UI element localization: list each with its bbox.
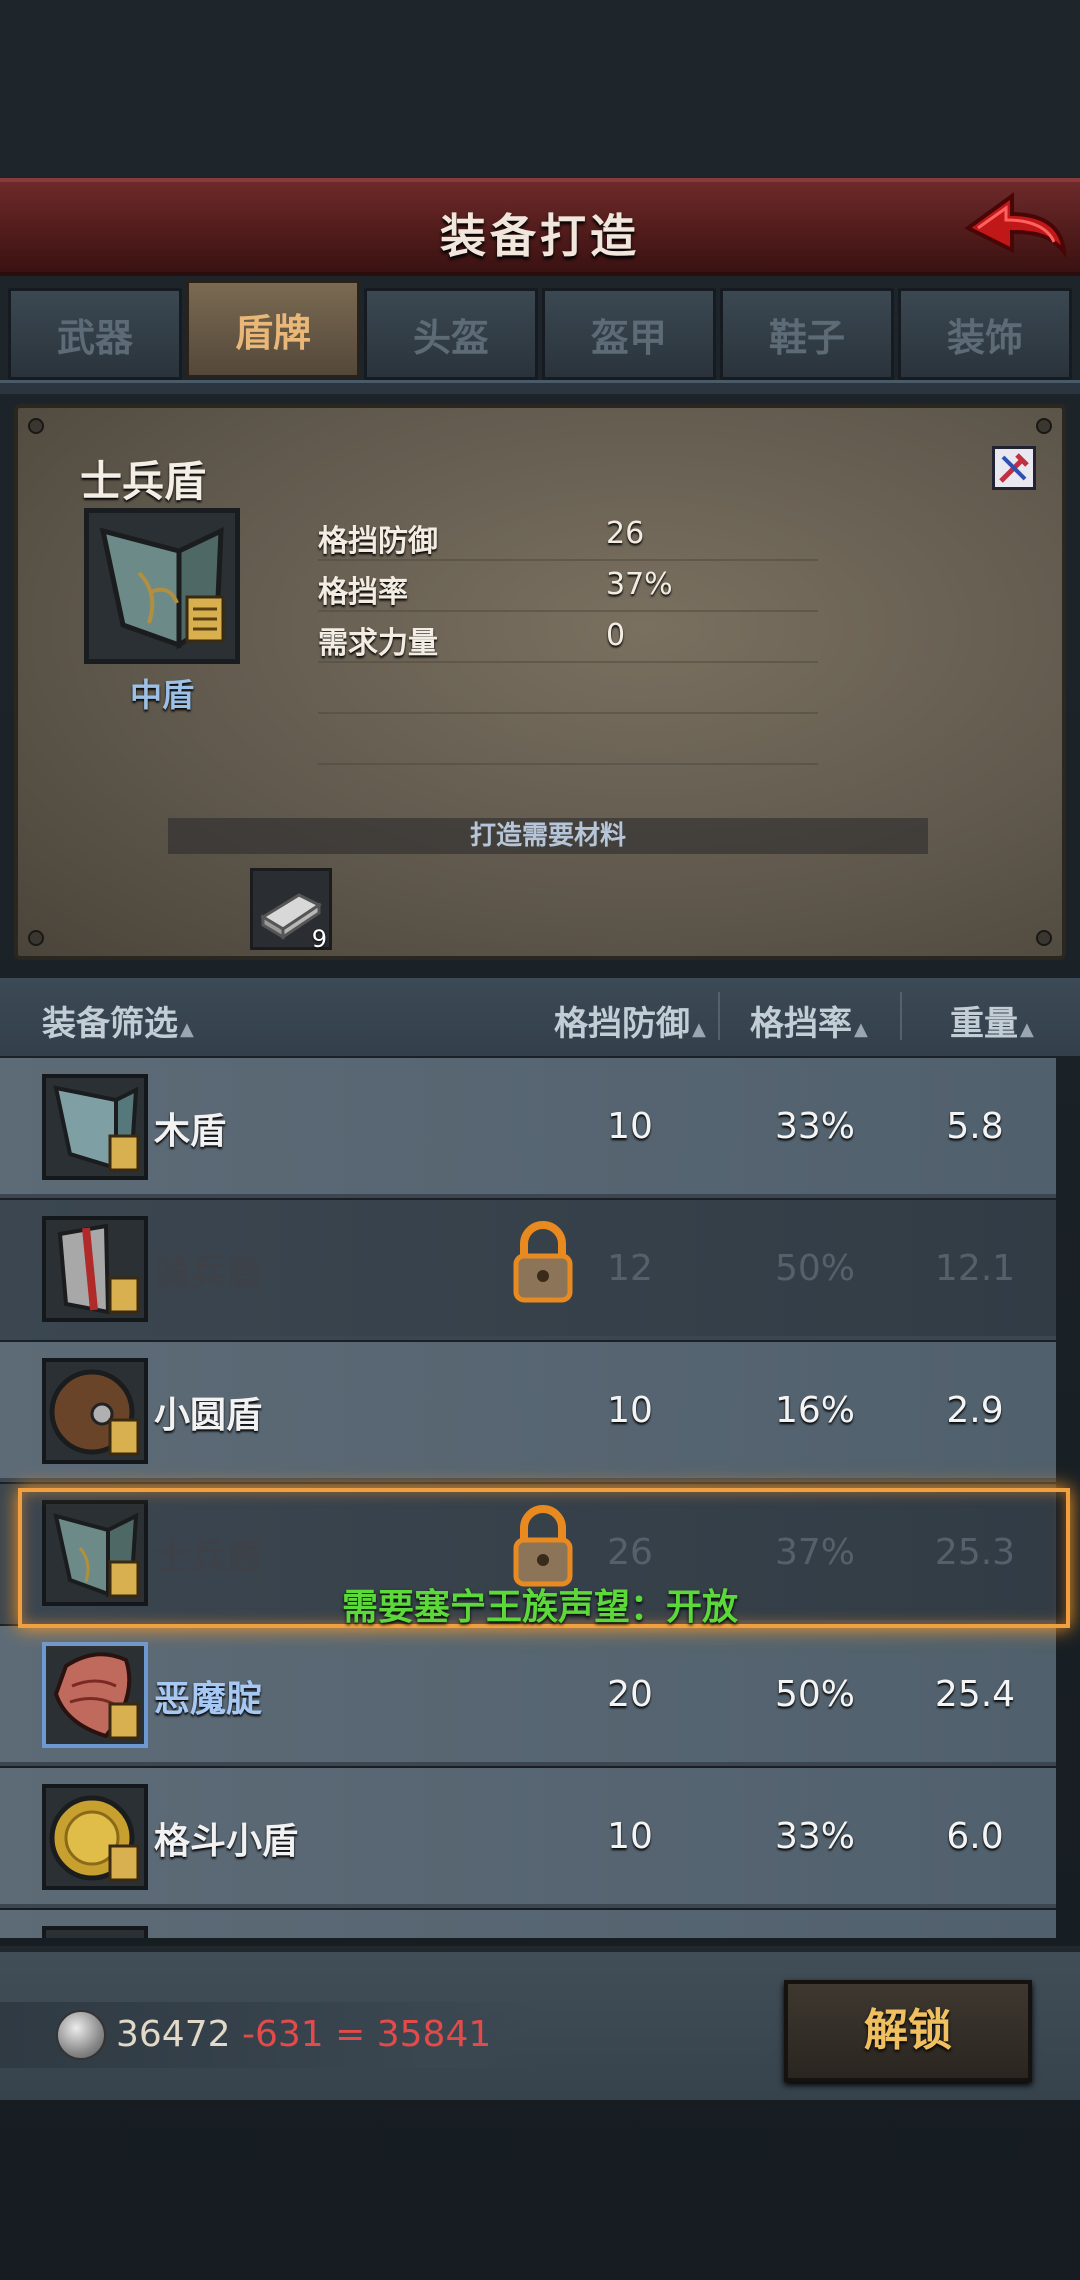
rate-value: 50% xyxy=(774,1674,855,1715)
list-item[interactable]: 骑兵盾 12 50% 12.1 xyxy=(0,1200,1056,1340)
item-list: 木盾 10 33% 5.8 骑兵盾 12 50% 12.1 小圆盾 10 16% xyxy=(0,1058,1080,1938)
item-name: 木盾 xyxy=(154,1111,227,1152)
money-cost: -631 = 35841 xyxy=(230,2014,492,2055)
item-name: 骑兵盾 xyxy=(154,1253,263,1294)
tab-accessory[interactable]: 装饰 xyxy=(898,288,1072,380)
stat-row: 格挡率 37% xyxy=(318,561,818,612)
column-header: 格挡率 xyxy=(750,1004,852,1044)
block-value: 10 xyxy=(607,1816,653,1857)
weight-value: 5.8 xyxy=(946,1106,1004,1147)
list-item[interactable]: 格斗小盾 10 33% 6.0 xyxy=(0,1768,1056,1908)
item-name: 恶魔腚 xyxy=(154,1679,263,1720)
stat-row-empty xyxy=(318,663,818,714)
money-display: 36472 -631 = 35841 xyxy=(116,2014,491,2055)
block-value: 20 xyxy=(607,1674,653,1715)
tab-shield[interactable]: 盾牌 xyxy=(186,280,360,378)
block-value: 26 xyxy=(607,1532,653,1573)
tab-weapon[interactable]: 武器 xyxy=(8,288,182,380)
stat-value: 26 xyxy=(606,516,645,551)
rivet-icon xyxy=(28,418,44,434)
item-name: 小圆盾 xyxy=(154,1395,263,1436)
item-detail-panel: 士兵盾 中盾 格挡防御 26 格挡率 37% 需求力量 0 打造需要材料 9 xyxy=(14,404,1066,960)
rivet-icon xyxy=(1036,418,1052,434)
cavalry-shield-icon xyxy=(42,1216,148,1322)
money-amount: 36472 xyxy=(116,2014,231,2055)
filter-button[interactable]: 装备筛选 ▲ xyxy=(42,996,194,1045)
stat-value: 37% xyxy=(606,567,673,602)
block-value: 10 xyxy=(607,1390,653,1431)
unlock-button[interactable]: 解锁 xyxy=(784,1980,1032,2082)
back-button[interactable] xyxy=(960,188,1070,272)
shield-icon xyxy=(42,1926,148,1938)
weight-value: 2.9 xyxy=(946,1390,1004,1431)
stat-label: 格挡率 xyxy=(318,575,408,610)
rate-value: 33% xyxy=(774,1106,855,1147)
item-type: 中盾 xyxy=(129,676,194,714)
rate-value: 37% xyxy=(774,1532,855,1573)
stat-row: 需求力量 0 xyxy=(318,612,818,663)
tab-helmet[interactable]: 头盔 xyxy=(364,288,538,380)
demon-shield-icon xyxy=(42,1642,148,1748)
stat-value: 0 xyxy=(606,618,626,653)
wooden-shield-icon xyxy=(42,1074,148,1180)
rate-value: 16% xyxy=(774,1390,855,1431)
sort-block-button[interactable]: 格挡防御 ▲ xyxy=(554,996,706,1045)
weight-value: 25.3 xyxy=(934,1532,1016,1573)
item-stats: 格挡防御 26 格挡率 37% 需求力量 0 xyxy=(318,510,818,765)
list-header: 装备筛选 ▲ 格挡防御 ▲ 格挡率 ▲ 重量 ▲ xyxy=(0,978,1080,1056)
tab-armor[interactable]: 盔甲 xyxy=(542,288,716,380)
list-item[interactable]: 木盾 10 33% 5.8 xyxy=(0,1058,1056,1198)
block-value: 12 xyxy=(607,1248,653,1289)
wrench-icon[interactable] xyxy=(992,446,1036,490)
material-count: 9 xyxy=(311,925,327,953)
item-name: 格斗小盾 xyxy=(154,1821,299,1862)
material-slot[interactable]: 9 xyxy=(250,868,332,953)
stat-label: 格挡防御 xyxy=(318,524,438,559)
column-header: 格挡防御 xyxy=(554,1004,690,1044)
list-item-partial[interactable] xyxy=(0,1910,1056,1938)
column-divider xyxy=(900,992,902,1040)
reputation-requirement: 需要塞宁王族声望：开放 xyxy=(341,1587,738,1628)
weight-value: 25.4 xyxy=(934,1674,1016,1715)
weight-value: 6.0 xyxy=(946,1816,1004,1857)
item-name: 士兵盾 xyxy=(80,457,207,506)
silver-coin-icon xyxy=(56,2010,106,2060)
tab-divider xyxy=(0,380,1080,394)
rivet-icon xyxy=(1036,930,1052,946)
materials-label: 打造需要材料 xyxy=(168,818,928,854)
tab-shoes[interactable]: 鞋子 xyxy=(720,288,894,380)
sort-arrow-icon: ▲ xyxy=(1020,1019,1034,1040)
screen: 装备打造 武器 盾牌 头盔 盔甲 鞋子 装饰 士兵盾 中盾 格挡防御 26 格挡… xyxy=(0,0,1080,2280)
sort-weight-button[interactable]: 重量 ▲ xyxy=(950,996,1034,1045)
sort-rate-button[interactable]: 格挡率 ▲ xyxy=(750,996,868,1045)
item-name: 士兵盾 xyxy=(154,1537,263,1578)
stat-row: 格挡防御 26 xyxy=(318,510,818,561)
block-value: 10 xyxy=(607,1106,653,1147)
back-arrow-icon xyxy=(964,192,1067,259)
shield-icon xyxy=(84,508,240,664)
filter-label: 装备筛选 xyxy=(42,1004,178,1044)
rivet-icon xyxy=(28,930,44,946)
sort-arrow-icon: ▲ xyxy=(692,1019,706,1040)
column-divider xyxy=(718,992,720,1040)
list-item[interactable]: 恶魔腚 20 50% 25.4 xyxy=(0,1626,1056,1766)
stat-row-empty xyxy=(318,714,818,765)
sort-arrow-icon: ▲ xyxy=(854,1019,868,1040)
column-header: 重量 xyxy=(950,1004,1018,1044)
round-shield-icon xyxy=(42,1358,148,1464)
buckler-icon xyxy=(42,1784,148,1890)
list-item[interactable]: 小圆盾 10 16% 2.9 xyxy=(0,1342,1056,1482)
sort-arrow-icon: ▲ xyxy=(180,1019,194,1040)
rate-value: 33% xyxy=(774,1816,855,1857)
category-tabs: 武器 盾牌 头盔 盔甲 鞋子 装饰 xyxy=(8,280,1072,380)
title-bar: 装备打造 xyxy=(0,178,1080,276)
stat-label: 需求力量 xyxy=(318,626,438,661)
weight-value: 12.1 xyxy=(934,1248,1016,1289)
footer-bar: 36472 -631 = 35841 解锁 xyxy=(0,1946,1080,2100)
page-title: 装备打造 xyxy=(440,209,640,263)
rate-value: 50% xyxy=(774,1248,855,1289)
